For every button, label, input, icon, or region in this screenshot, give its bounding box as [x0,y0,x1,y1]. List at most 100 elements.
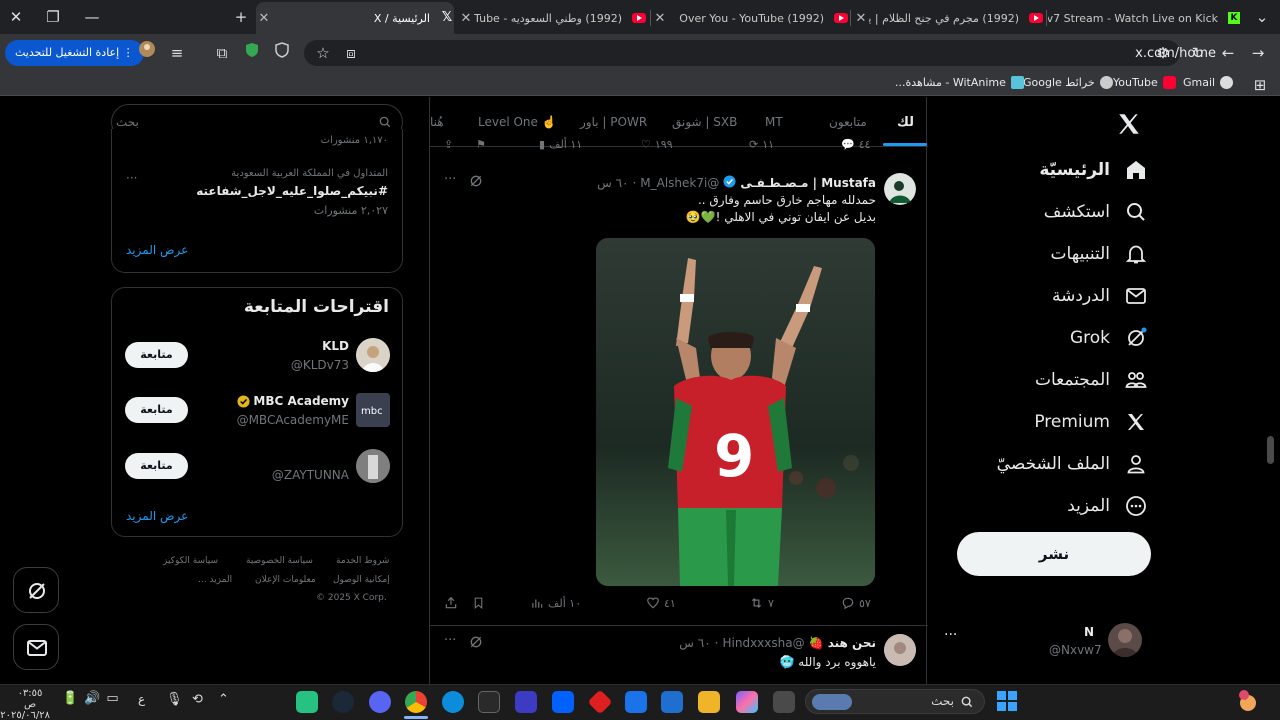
reload-icon[interactable]: ↻ [1185,40,1211,66]
reply-button[interactable]: 💬 ٤٤ [841,138,871,151]
follow-show-more-link[interactable]: عرض المزيد [126,509,188,523]
close-tab-icon[interactable]: ✕ [853,11,869,26]
grok-icon[interactable] [468,173,484,193]
nav-grok[interactable]: Grok [1070,320,1148,356]
address-bar[interactable] [304,40,1180,66]
views-count[interactable]: ▮ ١١ ألف [539,138,582,151]
close-window-button[interactable]: ✕ [0,4,32,30]
input-language[interactable]: ع [138,692,145,706]
trend-more-icon[interactable]: ··· [126,171,137,185]
footer-accessibility-link[interactable]: إمكانية الوصول [333,575,390,585]
nav-more[interactable]: المزيد [1067,488,1148,524]
reading-list-icon[interactable]: ≡ [164,40,190,66]
grok-icon[interactable] [468,634,484,654]
messages-floating-button[interactable] [13,624,59,670]
bookmark-google-maps[interactable]: خرائط Google [1023,76,1113,89]
share-button[interactable] [444,596,458,610]
x-logo-icon[interactable] [1116,111,1142,137]
tweet-photo[interactable]: 9 [596,238,875,586]
bookmark-button[interactable] [472,596,485,610]
account-switcher[interactable]: N @Nxvw7 ··· [944,619,1144,663]
notifications-icon[interactable] [1235,689,1261,713]
footer-privacy-link[interactable]: سياسة الخصوصية [246,556,313,566]
close-tab-icon[interactable]: ✕ [652,11,668,26]
footer-cookies-link[interactable]: سياسة الكوكيز [163,556,218,566]
tweet-more-icon[interactable]: ··· [444,172,456,187]
trend-hashtag[interactable]: #نبيكم_صلوا_عليه_لاجل_شفاعته [196,184,388,198]
tab-search-button[interactable]: ⌄ [1246,4,1278,30]
tray-overflow-chevron-icon[interactable]: ⌃ [218,692,229,707]
scrollbar-thumb[interactable] [1267,436,1274,464]
repost-button[interactable]: ٧ [749,596,774,610]
tray-app-icon[interactable]: ⟲ [192,692,203,707]
post-button[interactable]: نشر [957,532,1151,576]
footer-more-link[interactable]: المزيد ... [198,575,232,585]
extensions-icon[interactable]: ⧉ [209,40,235,66]
nav-communities[interactable]: المجتمعات [1035,362,1148,398]
site-settings-icon[interactable]: ⚙ [1150,40,1176,66]
restore-window-button[interactable]: ❐ [37,4,69,30]
shield-extension-icon[interactable] [239,40,265,66]
nav-profile[interactable]: الملف الشخصيّ [997,446,1148,482]
steam-icon[interactable] [332,691,354,713]
tab-shonq-sxb[interactable]: شونق | SXB [672,115,737,129]
chrome-icon[interactable] [405,691,427,713]
bookmark-icon[interactable]: ⚑ [476,138,486,151]
install-app-icon[interactable]: ⧈ [338,40,364,66]
follow-button[interactable]: متابعة [125,453,188,479]
adblock-extension-icon[interactable] [269,40,295,66]
suggestion-name[interactable]: MBC Academy [237,394,349,408]
nav-notifications[interactable]: التنبيهات [1051,236,1148,272]
footer-terms-link[interactable]: شروط الخدمة [336,556,389,566]
account-more-icon[interactable]: ··· [944,627,957,643]
microsoft-store-icon[interactable] [661,691,683,713]
tab-youtube-over-you[interactable]: (1992) Over You - YouTube ✕ [652,4,848,32]
follow-button[interactable]: متابعة [125,397,188,423]
tweet-more-icon[interactable]: ··· [444,633,456,648]
task-view-icon[interactable] [773,691,795,713]
all-bookmarks-icon[interactable]: ⊞ [1247,72,1273,98]
tweet[interactable]: نحن هند 🍓 @Hindxxxsha · ٦٠ س ··· ياهووه … [430,625,928,684]
close-tab-icon[interactable]: ✕ [458,11,474,26]
tab-following[interactable]: متابعون [829,115,867,129]
extension-avatar-icon[interactable] [134,40,160,66]
start-button[interactable] [996,690,1018,716]
epic-games-icon[interactable] [478,691,500,713]
new-tab-button[interactable]: + [225,4,257,30]
tab-mt[interactable]: MT [765,115,783,129]
nav-home[interactable]: الرئيسيّة [1039,152,1148,188]
repost-button[interactable]: ⟳ ١١ [749,138,774,151]
page-scrollbar[interactable] [1264,97,1280,684]
taskbar-clock[interactable]: ٠٣:٥٥ ص ٢٠٢٥/٠٦/٢٨ [0,688,50,720]
tab-kick-stream[interactable]: K Nxv7 Stream - Watch Live on Kick [1048,4,1240,32]
vpn-app-icon[interactable] [515,691,537,713]
grok-floating-button[interactable] [13,567,59,613]
tab-youtube-watani[interactable]: (1992) وطني السعوديه - YouTube ✕ [458,4,646,32]
footer-ads-info-link[interactable]: معلومات الإعلان [255,575,316,585]
outlook-icon[interactable] [625,691,647,713]
like-button[interactable]: ٤١ [646,596,676,610]
file-explorer-icon[interactable] [698,691,720,713]
chat-app-icon[interactable] [296,691,318,713]
taskbar-search[interactable]: بحث [805,689,985,714]
restart-to-update-button[interactable]: ⋮ إعادة التشغيل للتحديث [5,40,144,66]
back-arrow-icon[interactable]: ← [1215,40,1241,66]
tab-youtube-mujrim[interactable]: (1992) مجرم في جنح الظلام | يوم ✕ [853,4,1043,32]
bookmark-witanime[interactable]: WitAnime - مشاهدة... [895,76,1024,89]
tab-powr[interactable]: باور | POWR [580,115,647,129]
edge-icon[interactable] [442,691,464,713]
nav-premium[interactable]: Premium [1034,404,1148,440]
reply-button[interactable]: ٥٧ [841,596,871,610]
share-icon[interactable]: ⇪ [444,138,453,151]
close-tab-icon[interactable]: ✕ [256,11,272,26]
nav-messages[interactable]: الدردشة [1052,278,1148,314]
nav-explore[interactable]: استكشف [1044,194,1148,230]
discord-icon[interactable] [369,691,391,713]
bookmark-youtube[interactable]: YouTube [1113,76,1176,89]
tab-for-you[interactable]: لك [897,115,914,130]
bookmark-gmail[interactable]: Gmail [1183,76,1234,89]
trends-show-more-link[interactable]: عرض المزيد [126,243,188,257]
tab-huna[interactable]: هُنا [430,115,444,129]
tab-level-one[interactable]: Level One ☝️ [478,115,557,129]
follow-button[interactable]: متابعة [125,342,188,368]
